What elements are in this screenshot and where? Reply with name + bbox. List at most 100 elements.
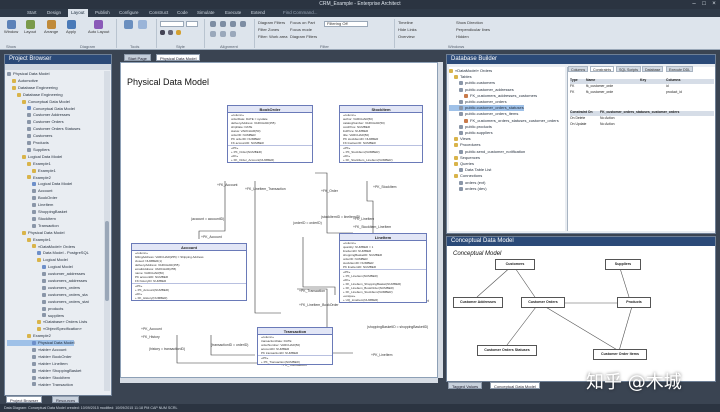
- tree-item[interactable]: «Database» Orders Lists: [7, 319, 87, 325]
- tab-constraints[interactable]: Constraints: [590, 66, 615, 72]
- tab-columns[interactable]: Columns: [568, 66, 589, 72]
- hide-links-checkbox[interactable]: Hide Links: [398, 27, 417, 32]
- find-command-input[interactable]: Find Command...: [280, 9, 321, 17]
- tree-item[interactable]: orders (ext): [449, 180, 485, 186]
- tree-item[interactable]: public.customers: [449, 80, 495, 86]
- grid-cell[interactable]: FK: [570, 84, 574, 89]
- tree-item[interactable]: Database Engineering: [7, 85, 58, 91]
- tree-item[interactable]: Example1: [7, 161, 51, 167]
- diagram-horizontal-scrollbar[interactable]: [120, 378, 438, 383]
- tree-item[interactable]: Queries: [449, 161, 474, 167]
- tree-item[interactable]: public.send_customer_notification: [449, 149, 525, 155]
- sub-grid-cell[interactable]: On Delete: [570, 116, 585, 121]
- table-lineitem[interactable]: LineItem «column» quantity: NUMBER = 1 lin…: [339, 233, 427, 303]
- table-transaction[interactable]: Transaction «column» transactionDate: DAT…: [257, 327, 333, 365]
- perpendicular-lines-checkbox[interactable]: Perpendicular lines: [456, 27, 490, 32]
- tree-item[interactable]: public.customer_orders_statuses: [449, 105, 524, 112]
- tree-item[interactable]: Customer Addresses: [7, 112, 70, 118]
- tab-publish[interactable]: Publish: [92, 9, 113, 17]
- tree-item[interactable]: Logical Model: [7, 264, 73, 270]
- tab-sql-scripts[interactable]: SQL Scripts: [616, 66, 642, 72]
- tree-item[interactable]: «DataModel» Orders: [7, 244, 75, 250]
- filter-option[interactable]: Focus on Part: [290, 20, 315, 25]
- filter-option[interactable]: Filter: Work area: [258, 34, 288, 39]
- tree-item[interactable]: «table» LineItem: [7, 361, 68, 367]
- filter-option[interactable]: Filter Zones: [258, 27, 279, 32]
- tree-item[interactable]: Views: [449, 136, 471, 142]
- minimize-icon[interactable]: –: [690, 1, 698, 8]
- table-account[interactable]: Account «column» billingAddress: VARCHAR(…: [131, 243, 247, 301]
- window-button[interactable]: Window: [4, 20, 18, 34]
- grid-header-cell[interactable]: Key: [640, 78, 646, 83]
- auto-layout-button[interactable]: Auto Layout: [88, 20, 109, 34]
- filter-option[interactable]: Diagram Filters: [290, 34, 317, 39]
- entity-suppliers[interactable]: Suppliers: [605, 259, 641, 270]
- tool-button[interactable]: [124, 20, 133, 29]
- tree-item[interactable]: public.customer_addresses: [449, 87, 514, 93]
- tree-item[interactable]: Conceptual Data Model: [7, 106, 75, 112]
- tree-item[interactable]: Conceptual Data Model: [7, 99, 70, 105]
- filter-option[interactable]: Diagram Filters: [258, 20, 285, 25]
- tree-item[interactable]: «DataModel» Orders: [449, 68, 492, 74]
- tree-item[interactable]: Logical Data Model: [7, 181, 72, 187]
- scrollbar-thumb[interactable]: [105, 221, 109, 301]
- tab-simulate[interactable]: Simulate: [194, 9, 218, 17]
- same-width-button[interactable]: [210, 31, 216, 37]
- tree-item[interactable]: Physical Data Model: [7, 71, 49, 77]
- align-top-button[interactable]: [240, 21, 246, 27]
- tree-item[interactable]: BookOrder: [7, 195, 57, 201]
- tree-item[interactable]: Suppliers: [7, 147, 50, 153]
- tree-item[interactable]: Customers: [7, 133, 52, 139]
- tree-item[interactable]: Products: [7, 140, 49, 146]
- tab-construct[interactable]: Construct: [146, 9, 171, 17]
- tab-project-browser[interactable]: Project Browser: [6, 396, 43, 403]
- grid-cell[interactable]: FK: [570, 90, 574, 95]
- tree-item[interactable]: «table» ShoppingBasket: [7, 368, 81, 374]
- tree-item[interactable]: public.customer_orders_items: [449, 111, 518, 117]
- same-height-button[interactable]: [220, 31, 226, 37]
- entity-customer-order-items[interactable]: Customer Order Items: [593, 349, 647, 360]
- entity-customers[interactable]: Customers: [495, 259, 535, 270]
- grid-cell[interactable]: id: [666, 84, 669, 89]
- tree-item[interactable]: customers_orders_sta: [7, 292, 88, 298]
- tab-execute-ddl[interactable]: Execute DDL: [666, 66, 694, 72]
- tree-item[interactable]: public.suppliers: [449, 130, 493, 136]
- tree-item[interactable]: Customer Orders: [7, 119, 64, 125]
- align-left-button[interactable]: [210, 21, 216, 27]
- tree-item[interactable]: Logical Data Model: [7, 154, 62, 160]
- tab-configure[interactable]: Configure: [116, 9, 142, 17]
- diagram-canvas[interactable]: Physical Data Model +FK_Account +FK_Order…: [120, 62, 438, 378]
- tree-item[interactable]: Database Engineering: [7, 92, 63, 98]
- apply-button[interactable]: Apply: [66, 20, 76, 34]
- tab-resources[interactable]: Resources: [52, 396, 80, 403]
- tab-conceptual-data-model[interactable]: Conceptual Data Model: [490, 382, 540, 389]
- tree-item[interactable]: Data Model - PostgreSQL: [7, 250, 89, 256]
- size-select[interactable]: [186, 21, 198, 27]
- grid-header-cell[interactable]: Type: [570, 78, 578, 83]
- tree-item[interactable]: Customer Orders Statuses: [7, 126, 80, 132]
- tree-item[interactable]: Automotive: [7, 78, 38, 84]
- entity-customer-addresses[interactable]: Customer Addresses: [453, 297, 503, 308]
- bold-button[interactable]: [160, 30, 165, 35]
- tab-tagged-values[interactable]: Tagged Values: [448, 382, 483, 389]
- tree-item[interactable]: Example2: [7, 175, 51, 181]
- tree-scrollbar[interactable]: [104, 71, 110, 391]
- tree-item[interactable]: «table» Account: [7, 347, 66, 353]
- arrange-button[interactable]: Arrange: [44, 20, 58, 34]
- tab-database[interactable]: Database: [642, 66, 664, 72]
- tree-item[interactable]: public.products: [449, 124, 492, 130]
- tree-item[interactable]: «ObjectSpecification»: [7, 326, 82, 332]
- filter-option[interactable]: Focus mode: [290, 27, 312, 32]
- tree-item[interactable]: Procedures: [449, 142, 480, 148]
- tree-item[interactable]: Data Table List: [449, 167, 491, 173]
- hidden-checkbox[interactable]: Hidden: [456, 34, 469, 39]
- show-direction-checkbox[interactable]: Show Direction: [456, 20, 483, 25]
- tab-start[interactable]: Start: [24, 9, 40, 17]
- tree-item[interactable]: Logical Model: [7, 257, 68, 263]
- tree-item[interactable]: Tables: [449, 74, 472, 80]
- grid-cell[interactable]: product_id: [666, 90, 682, 95]
- tree-item[interactable]: Connections: [449, 173, 482, 179]
- tab-execute[interactable]: Execute: [222, 9, 244, 17]
- grid-header-cell[interactable]: Name: [586, 78, 595, 83]
- close-icon[interactable]: ×: [710, 1, 718, 8]
